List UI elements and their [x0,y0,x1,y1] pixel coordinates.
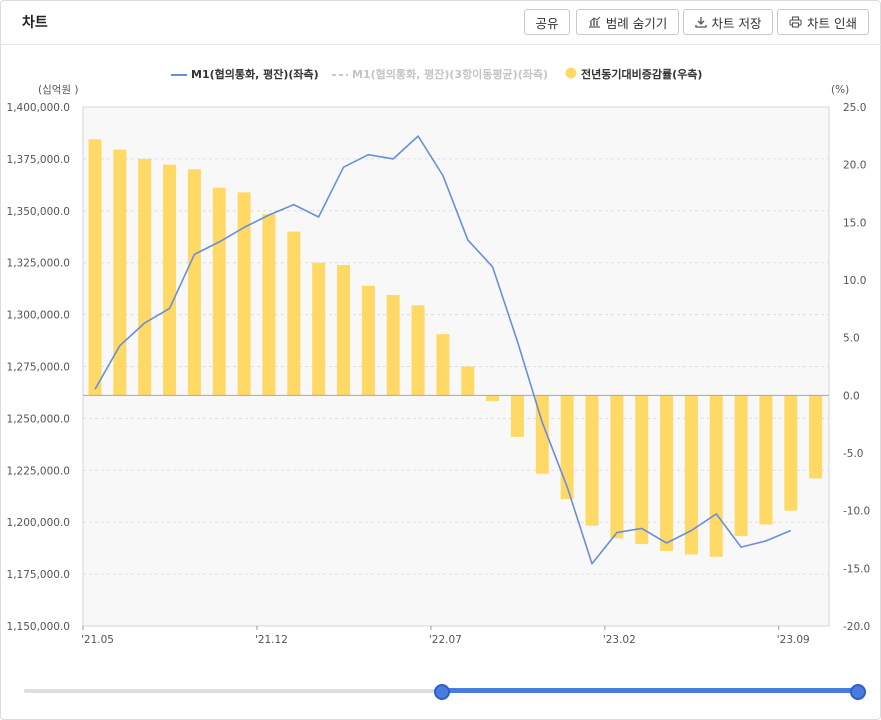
right-axis: 25.0 20.0 15.0 10.0 5.0 0.0 -5.0 -10.0 -15.0 -20.… [843,102,870,633]
left-tick-label: 1,225,000.0 [7,465,70,477]
left-tick-label: 1,350,000.0 [7,206,70,218]
yoy-bar [436,334,450,396]
yoy-bar [784,395,798,511]
left-tick-label: 1,200,000.0 [7,517,70,529]
x-tick-label: '23.02 [603,634,636,646]
right-tick-label: -20.0 [843,621,870,633]
right-tick-label: -10.0 [843,506,870,518]
yoy-bar [809,395,823,479]
yoy-bar [287,231,301,396]
yoy-bar [237,192,251,396]
x-tick-label: '23.09 [777,634,810,646]
yoy-bar [386,294,400,396]
yoy-bar [262,214,276,396]
left-tick-label: 1,150,000.0 [7,621,70,633]
x-tick-label: '22.07 [429,634,462,646]
yoy-bar [610,395,624,539]
yoy-bar [585,395,599,526]
range-slider-start-handle[interactable] [434,684,450,700]
yoy-bar [337,265,350,396]
right-tick-label: 25.0 [843,102,866,114]
left-tick-label: 1,400,000.0 [7,102,70,114]
yoy-bar [212,187,226,396]
yoy-bar [163,164,177,396]
yoy-bar [88,139,102,396]
yoy-bar [138,158,152,396]
left-tick-label: 1,375,000.0 [7,154,70,166]
right-tick-label: -15.0 [843,563,870,575]
right-tick-label: 5.0 [843,333,860,345]
yoy-bar [187,169,201,396]
left-tick-label: 1,325,000.0 [7,258,70,270]
yoy-bar [759,395,773,525]
right-tick-label: 15.0 [843,217,866,229]
chart-plot: (십억원 ) (%) 1,400,000.0 1,375,000.0 1,350,0… [7,84,871,646]
yoy-bar [461,366,475,396]
range-slider-end-handle[interactable] [850,684,866,700]
right-axis-unit: (%) [831,84,849,96]
x-tick-label: '21.12 [255,634,288,646]
left-tick-label: 1,250,000.0 [7,413,70,425]
left-tick-label: 1,300,000.0 [7,310,70,322]
yoy-bar [113,149,127,396]
yoy-bar [635,395,649,545]
right-tick-label: 0.0 [843,390,860,402]
left-axis-unit: (십억원 ) [38,84,79,96]
yoy-bar [560,395,574,500]
x-tick-label: '21.05 [81,634,114,646]
yoy-bar [709,395,723,557]
x-axis: '21.05 '21.12 '22.07 '23.02 '23.09 [81,626,810,646]
left-tick-label: 1,175,000.0 [7,569,70,581]
yoy-bar [734,395,748,537]
left-axis: 1,400,000.0 1,375,000.0 1,350,000.0 1,325,0… [7,102,70,633]
yoy-bar [486,395,500,402]
right-tick-label: 10.0 [843,275,866,287]
yoy-bar [411,305,425,396]
yoy-bar [361,285,375,396]
right-tick-label: 20.0 [843,160,866,172]
range-slider-track[interactable] [24,689,440,693]
right-tick-label: -5.0 [843,448,864,460]
yoy-bar [660,395,674,552]
left-tick-label: 1,275,000.0 [7,362,70,374]
yoy-bar [510,395,524,437]
range-slider-selection[interactable] [440,688,856,693]
yoy-bar [312,262,326,396]
